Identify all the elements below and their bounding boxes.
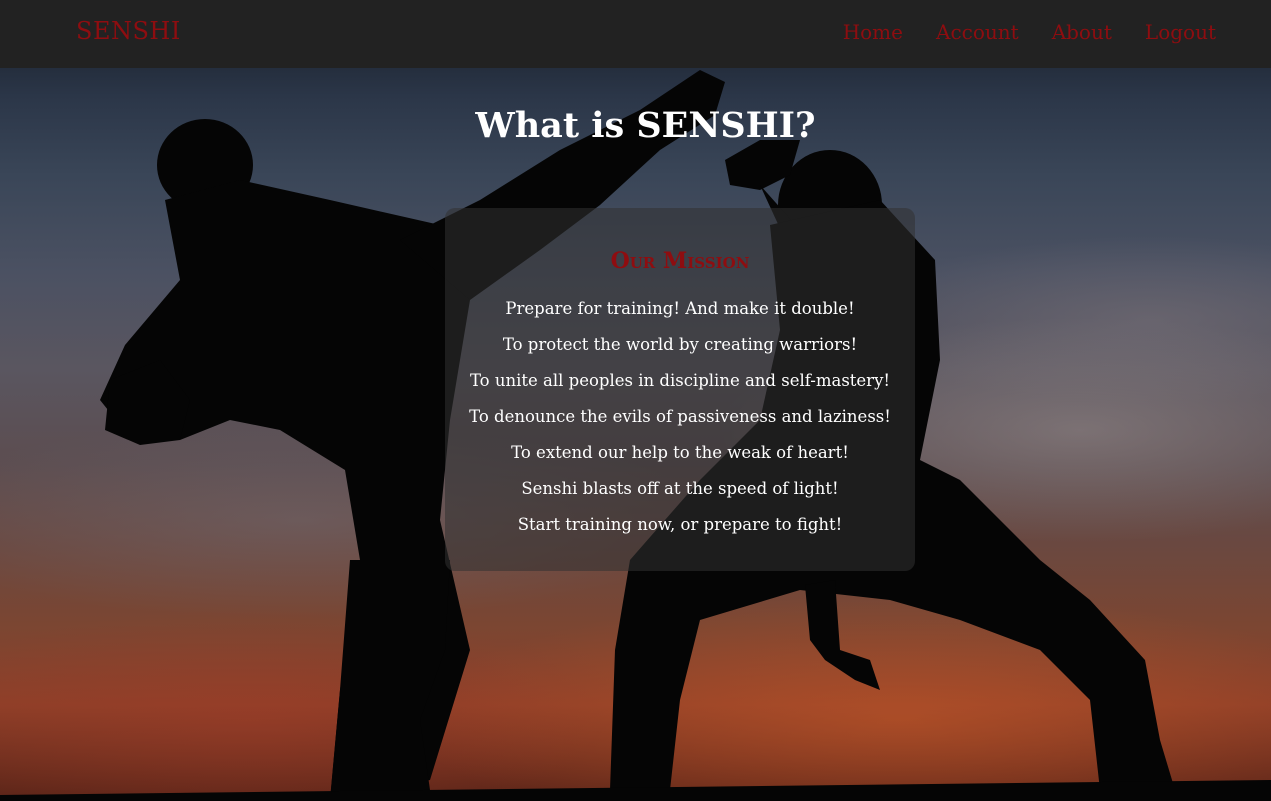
- mission-line: Senshi blasts off at the speed of light!: [521, 479, 839, 498]
- nav-link-about[interactable]: About: [1052, 20, 1112, 44]
- mission-line: To denounce the evils of passiveness and…: [469, 407, 891, 426]
- nav-links: Home Account About Logout: [843, 20, 1216, 44]
- mission-card: Our Mission Prepare for training! And ma…: [445, 208, 915, 571]
- nav-link-account[interactable]: Account: [936, 20, 1019, 44]
- mission-line: To unite all peoples in discipline and s…: [469, 371, 891, 390]
- mission-list: Prepare for training! And make it double…: [445, 296, 915, 548]
- mission-line: Start training now, or prepare to fight!: [517, 515, 843, 534]
- mission-line: To protect the world by creating warrior…: [502, 335, 858, 354]
- top-navbar: SENSHI Home Account About Logout: [0, 0, 1271, 68]
- mission-heading: Our Mission: [610, 248, 750, 274]
- brand-logo-link[interactable]: SENSHI: [76, 17, 181, 45]
- nav-link-logout[interactable]: Logout: [1145, 20, 1216, 44]
- page-title: What is SENSHI?: [475, 105, 816, 146]
- nav-link-home[interactable]: Home: [843, 20, 903, 44]
- mission-line: To extend our help to the weak of heart!: [511, 443, 849, 462]
- mission-line: Prepare for training! And make it double…: [505, 299, 855, 318]
